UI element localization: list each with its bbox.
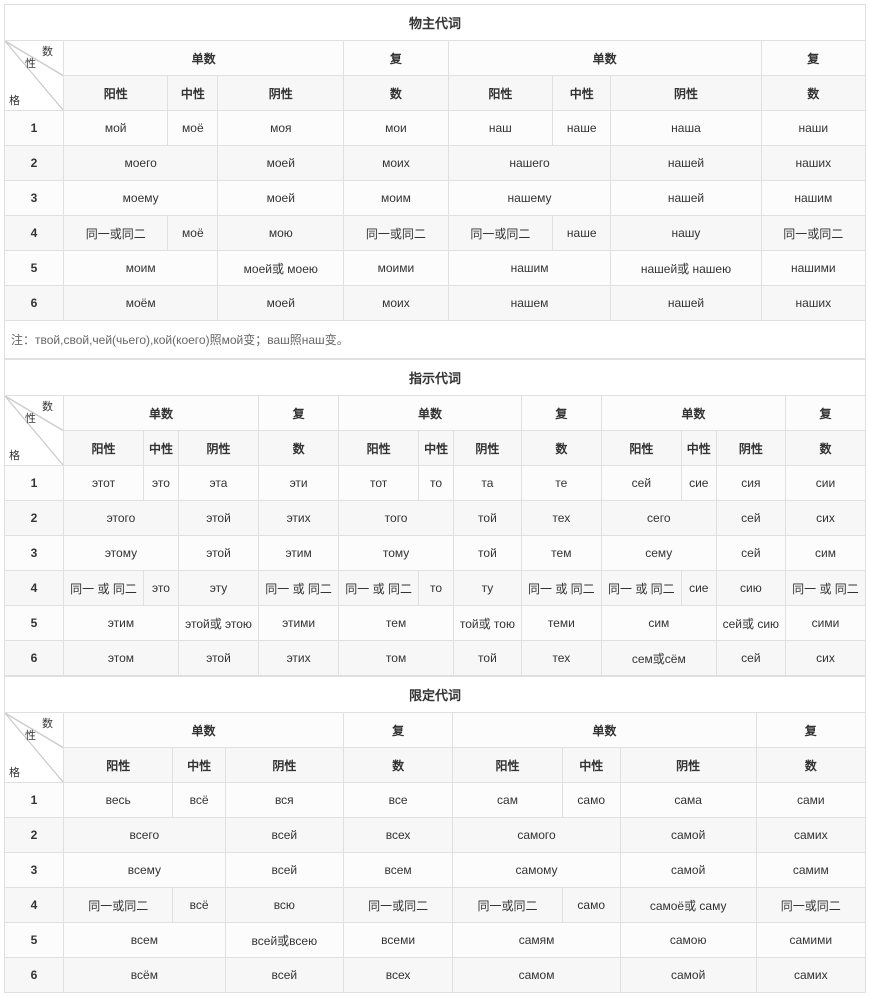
table2-title: 指示代词 (5, 360, 866, 396)
table-row: 3 этомуэтойэтим томутойтем семусейсим (5, 536, 866, 571)
table-row: 5 всемвсей或всеювсеми самямсамоюсамими (5, 923, 866, 958)
table-row: 2 всеговсейвсех самогосамойсамих (5, 818, 866, 853)
table-row: 5 моим моей或 моею моими нашим нашей或 наш… (5, 251, 866, 286)
hdr-plural-top: 复 (344, 41, 448, 76)
table-row: 6 этомэтойэтих томтойтех сем或сёмсейсих (5, 641, 866, 676)
table3-title: 限定代词 (5, 677, 866, 713)
hdr-plural-top: 复 (761, 41, 865, 76)
hdr-singular: 单数 (64, 41, 344, 76)
table-row: 3 всемувсейвсем самомусамойсамим (5, 853, 866, 888)
hdr-plural-bot: 数 (761, 76, 865, 111)
table-row: 4 同一 或 同二этоэту同一 或 同二 同一 或 同二тоту同一 或 同… (5, 571, 866, 606)
table-row: 1 мой моё моя мои наш наше наша наши (5, 111, 866, 146)
hdr-fem: 阴性 (218, 76, 344, 111)
table-row: 1 этотэтоэтаэти тоттотате сейсиесиясии (5, 466, 866, 501)
table-row: 5 этимэтой或 этоюэтими темтой或 тоютеми си… (5, 606, 866, 641)
table-row: 1 весьвсёвсявсе самсамосамасами (5, 783, 866, 818)
hdr-masc: 阳性 (64, 76, 168, 111)
table-row: 2 этогоэтойэтих тоготойтех сегосейсих (5, 501, 866, 536)
table1-note: 注：твой,свой,чей(чьего),кой(коего)照мой变；в… (4, 321, 866, 359)
table-row: 3 моему моей моим нашему нашей нашим (5, 181, 866, 216)
table-row: 6 моём моей моих нашем нашей наших (5, 286, 866, 321)
hdr-neut: 中性 (553, 76, 611, 111)
table-row: 2 моего моей моих нашего нашей наших (5, 146, 866, 181)
diag-header: 数性格 (5, 396, 64, 466)
hdr-plural-bot: 数 (344, 76, 448, 111)
possessive-pronoun-table: 物主代词 数性格 单数 复 单数 复 阳性 中性 阴性 数 阳性 中性 阴性 数… (4, 4, 866, 321)
table-row: 6 всёмвсейвсех самомсамойсамих (5, 958, 866, 993)
diag-header: 数性格 (5, 41, 64, 111)
hdr-fem: 阴性 (611, 76, 761, 111)
demonstrative-pronoun-table: 指示代词 数性格 单数 复 单数 复 单数 复 阳性中性阴性数 阳性中性阴性数 … (4, 359, 866, 676)
hdr-singular: 单数 (448, 41, 761, 76)
hdr-neut: 中性 (168, 76, 218, 111)
table-row: 4 同一或同二всёвсю同一或同二 同一或同二самосамоё或 саму同… (5, 888, 866, 923)
diag-header: 数性格 (5, 713, 64, 783)
table-row: 4 同一或同二 моё мою 同一或同二 同一或同二 наше нашу 同一… (5, 216, 866, 251)
hdr-masc: 阳性 (448, 76, 552, 111)
table1-title: 物主代词 (5, 5, 866, 41)
definitive-pronoun-table: 限定代词 数性格 单数 复 单数 复 阳性中性阴性数 阳性中性阴性数 1 вес… (4, 676, 866, 993)
